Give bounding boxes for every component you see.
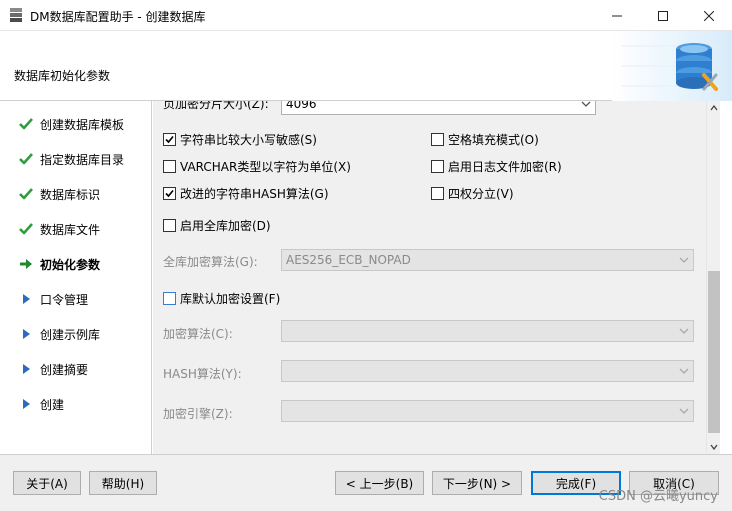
scroll-down-button[interactable] bbox=[707, 440, 721, 454]
hash-algo-select[interactable] bbox=[281, 360, 694, 382]
step-summary: 创建摘要 bbox=[0, 358, 152, 380]
checkbox-label: 字符串比较大小写敏感(S) bbox=[180, 133, 317, 147]
step-db-files: 数据库文件 bbox=[0, 218, 152, 240]
page-size-label: 页加密分片大小(Z): bbox=[163, 101, 269, 111]
full-encrypt-algo-value: AES256_ECB_NOPAD bbox=[286, 253, 411, 267]
checkbox-box bbox=[163, 133, 176, 146]
wizard-footer: 关于(A) 帮助(H) < 上一步(B) 下一步(N) > 完成(F) 取消(C… bbox=[0, 454, 732, 511]
vertical-scrollbar[interactable] bbox=[706, 101, 720, 454]
back-button[interactable]: < 上一步(B) bbox=[335, 471, 424, 495]
triangle-right-icon bbox=[18, 291, 34, 307]
step-label: 数据库文件 bbox=[40, 222, 101, 237]
chevron-up-icon bbox=[710, 105, 718, 111]
step-create: 创建 bbox=[0, 393, 152, 415]
step-sample-db: 创建示例库 bbox=[0, 323, 152, 345]
checkmark-icon bbox=[18, 116, 34, 132]
step-db-identity: 数据库标识 bbox=[0, 183, 152, 205]
improved-hash-checkbox[interactable]: 改进的字符串HASH算法(G) bbox=[163, 185, 329, 202]
checkbox-label: VARCHAR类型以字符为单位(X) bbox=[180, 160, 351, 174]
wizard-header: 数据库初始化参数 bbox=[0, 31, 732, 101]
encrypt-engine-select[interactable] bbox=[281, 400, 694, 422]
step-label: 初始化参数 bbox=[40, 257, 101, 272]
checkbox-box bbox=[163, 292, 176, 305]
checkbox-label: 改进的字符串HASH算法(G) bbox=[180, 187, 329, 201]
checkbox-label: 库默认加密设置(F) bbox=[180, 292, 281, 306]
triangle-right-icon bbox=[18, 396, 34, 412]
checkbox-label: 启用日志文件加密(R) bbox=[448, 160, 562, 174]
step-label: 创建示例库 bbox=[40, 327, 101, 342]
chevron-down-icon bbox=[679, 328, 689, 334]
about-button[interactable]: 关于(A) bbox=[13, 471, 81, 495]
blank-pad-checkbox[interactable]: 空格填充模式(O) bbox=[431, 131, 539, 148]
checkmark-icon bbox=[18, 151, 34, 167]
full-encrypt-algo-select[interactable]: AES256_ECB_NOPAD bbox=[281, 249, 694, 271]
step-db-directory: 指定数据库目录 bbox=[0, 148, 152, 170]
checkbox-label: 四权分立(V) bbox=[448, 187, 514, 201]
arrow-right-icon bbox=[18, 256, 34, 272]
step-init-params: 初始化参数 bbox=[0, 253, 152, 275]
case-sensitive-checkbox[interactable]: 字符串比较大小写敏感(S) bbox=[163, 131, 317, 148]
step-label: 口令管理 bbox=[40, 292, 89, 307]
watermark: CSDN @云曦yuncy bbox=[598, 489, 718, 504]
checkbox-box bbox=[431, 133, 444, 146]
encrypt-algo-select[interactable] bbox=[281, 320, 694, 342]
page-size-value: 4096 bbox=[286, 101, 317, 111]
varchar-char-unit-checkbox[interactable]: VARCHAR类型以字符为单位(X) bbox=[163, 158, 351, 175]
step-password: 口令管理 bbox=[0, 288, 152, 310]
maximize-icon bbox=[658, 10, 668, 21]
close-icon bbox=[704, 10, 714, 21]
checkbox-box bbox=[431, 187, 444, 200]
checkbox-box bbox=[163, 160, 176, 173]
encrypt-algo-label: 加密算法(C): bbox=[163, 327, 233, 341]
step-label: 指定数据库目录 bbox=[40, 152, 125, 167]
four-rights-checkbox[interactable]: 四权分立(V) bbox=[431, 185, 514, 202]
checkbox-box bbox=[163, 187, 176, 200]
encrypt-engine-label: 加密引擎(Z): bbox=[163, 407, 233, 421]
hash-algo-label: HASH算法(Y): bbox=[163, 367, 242, 381]
help-button[interactable]: 帮助(H) bbox=[89, 471, 157, 495]
params-panel: 页加密分片大小(Z): 4096 字符串比较大小写敏感(S) 空格填充模式(O)… bbox=[153, 101, 706, 454]
checkmark-icon bbox=[18, 221, 34, 237]
close-button[interactable] bbox=[686, 0, 732, 31]
checkbox-label: 启用全库加密(D) bbox=[180, 219, 271, 233]
step-label: 创建 bbox=[40, 397, 65, 412]
title-bar[interactable]: DM数据库配置助手 - 创建数据库 bbox=[0, 0, 732, 31]
maximize-button[interactable] bbox=[640, 0, 686, 31]
scroll-up-button[interactable] bbox=[707, 101, 721, 115]
step-label: 数据库标识 bbox=[40, 187, 101, 202]
minimize-icon bbox=[612, 15, 622, 16]
page-size-select[interactable]: 4096 bbox=[281, 101, 596, 115]
step-create-template: 创建数据库模板 bbox=[0, 113, 152, 135]
triangle-right-icon bbox=[18, 361, 34, 377]
window-title: DM数据库配置助手 - 创建数据库 bbox=[30, 10, 206, 24]
chevron-down-icon bbox=[679, 408, 689, 414]
checkbox-box bbox=[431, 160, 444, 173]
page-title: 数据库初始化参数 bbox=[14, 69, 111, 83]
checkbox-label: 空格填充模式(O) bbox=[448, 133, 539, 147]
log-encrypt-checkbox[interactable]: 启用日志文件加密(R) bbox=[431, 158, 562, 175]
default-encrypt-checkbox[interactable]: 库默认加密设置(F) bbox=[163, 290, 280, 307]
checkbox-box bbox=[163, 219, 176, 232]
chevron-down-icon bbox=[679, 257, 689, 263]
database-config-icon bbox=[612, 31, 732, 101]
scroll-thumb[interactable] bbox=[708, 271, 720, 433]
chevron-down-icon bbox=[710, 444, 718, 450]
full-encrypt-algo-label: 全库加密算法(G): bbox=[163, 255, 258, 269]
chevron-down-icon bbox=[679, 368, 689, 374]
wizard-steps: 创建数据库模板 指定数据库目录 数据库标识 数据库文件 初始化参数 口令管理 创… bbox=[0, 101, 152, 454]
app-icon bbox=[10, 8, 22, 22]
minimize-button[interactable] bbox=[594, 0, 640, 31]
step-label: 创建摘要 bbox=[40, 362, 89, 377]
step-label: 创建数据库模板 bbox=[40, 117, 125, 132]
next-button[interactable]: 下一步(N) > bbox=[432, 471, 522, 495]
chevron-down-icon bbox=[581, 101, 591, 107]
full-db-encrypt-checkbox[interactable]: 启用全库加密(D) bbox=[163, 217, 271, 234]
triangle-right-icon bbox=[18, 326, 34, 342]
checkmark-icon bbox=[18, 186, 34, 202]
